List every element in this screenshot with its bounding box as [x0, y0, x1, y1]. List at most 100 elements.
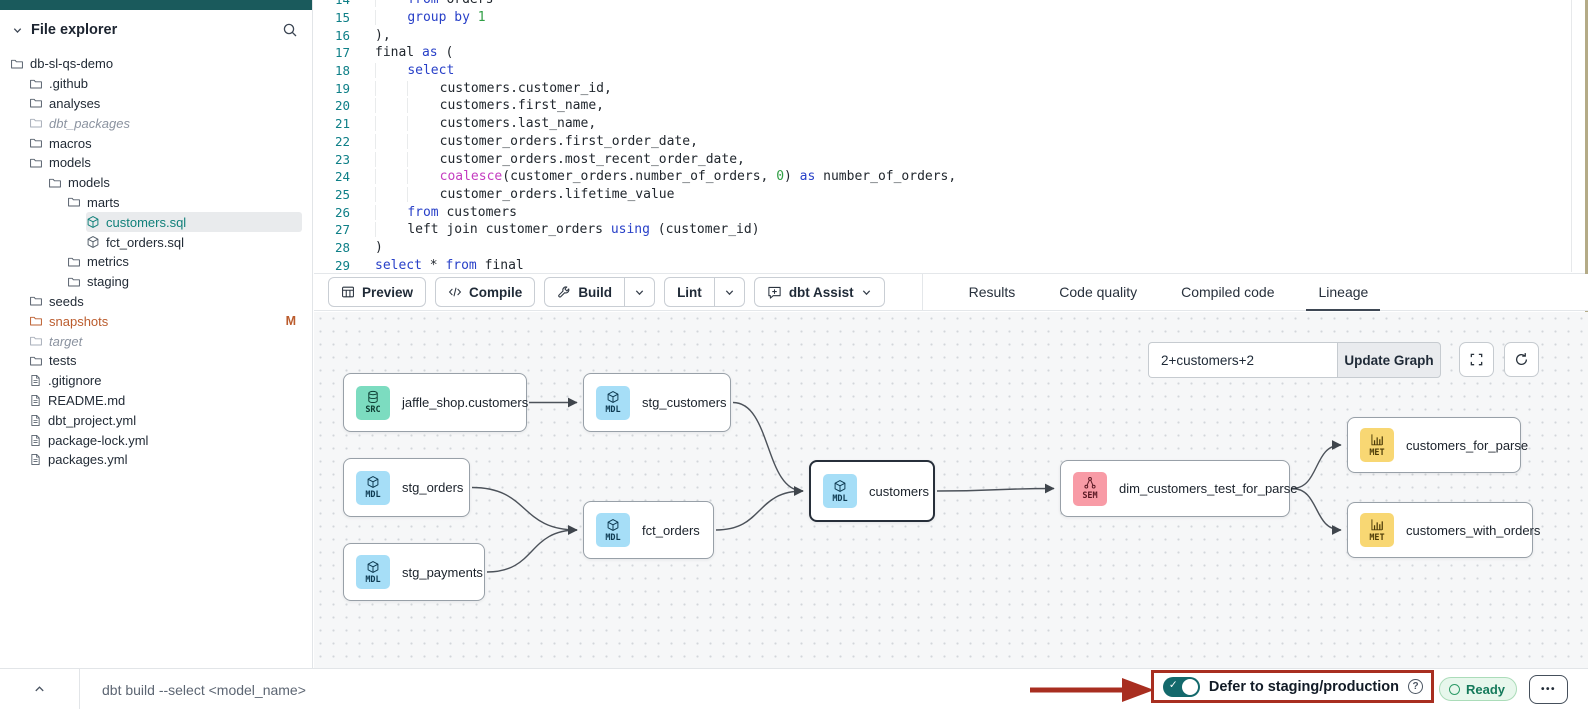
- tree-item-snapshots[interactable]: snapshotsM: [29, 311, 312, 331]
- tree-item-package-lock.yml[interactable]: package-lock.yml: [29, 430, 312, 450]
- tree-item-label: metrics: [87, 254, 129, 269]
- toolbar-buttons: Preview Compile Build Lint dbt Assist: [328, 277, 894, 307]
- tree-item-marts[interactable]: marts: [67, 193, 312, 213]
- code-text: ): [350, 240, 383, 255]
- tab-code-quality[interactable]: Code quality: [1037, 274, 1159, 310]
- button-label: Compile: [469, 285, 522, 300]
- lineage-node-customers_for_parse[interactable]: METcustomers_for_parse: [1347, 417, 1521, 473]
- refresh-button[interactable]: [1504, 342, 1539, 377]
- tree-item-label: snapshots: [49, 314, 108, 329]
- lineage-node-fct_orders[interactable]: MDL fct_orders: [583, 501, 714, 559]
- overflow-menu-button[interactable]: •••: [1529, 675, 1568, 704]
- chevron-down-icon: [724, 287, 735, 298]
- line-number: 23: [314, 152, 350, 167]
- tree-item-tests[interactable]: tests: [29, 351, 312, 371]
- lineage-node-stg_orders[interactable]: MDLstg_orders: [343, 458, 470, 517]
- tree-item-models[interactable]: models: [48, 173, 312, 193]
- lineage-node-dim_customers_test_for_parse[interactable]: SEMdim_customers_test_for_parse: [1060, 460, 1290, 517]
- update-graph-button[interactable]: Update Graph: [1337, 342, 1441, 378]
- command-input[interactable]: [100, 669, 864, 711]
- build-dropdown-button[interactable]: [624, 277, 655, 307]
- expand-command-bar-button[interactable]: [0, 669, 80, 709]
- file-icon: [29, 453, 42, 466]
- tree-item-label: tests: [49, 353, 76, 368]
- annotation-arrow: [1028, 676, 1156, 704]
- code-text: final as (: [350, 45, 453, 60]
- search-icon[interactable]: [282, 22, 298, 38]
- tree-item-.github[interactable]: .github: [29, 74, 312, 94]
- lineage-panel: SRCjaffle_shop.customersMDLstg_customers…: [314, 312, 1588, 668]
- tab-compiled-code[interactable]: Compiled code: [1159, 274, 1296, 310]
- ready-circle-icon: [1449, 684, 1460, 695]
- tree-item-dbt_packages[interactable]: dbt_packages: [29, 113, 312, 133]
- ready-label: Ready: [1466, 682, 1505, 697]
- tree-item-packages.yml[interactable]: packages.yml: [29, 450, 312, 470]
- code-lines: 14 from orders15 group by 116),17final a…: [314, 0, 1588, 274]
- build-button[interactable]: Build: [544, 277, 625, 307]
- node-label: stg_customers: [642, 395, 727, 410]
- fullscreen-button[interactable]: [1459, 342, 1494, 377]
- edge-dim_customers_test_for_parse-to-customers_with_orders: [1292, 489, 1341, 531]
- tree-item-metrics[interactable]: metrics: [67, 252, 312, 272]
- lint-button[interactable]: Lint: [664, 277, 715, 307]
- edge-stg_payments-to-fct_orders: [487, 530, 577, 572]
- edge-fct_orders-to-customers: [716, 491, 803, 530]
- badge-type-label: MDL: [605, 533, 620, 543]
- tree-item-macros[interactable]: macros: [29, 133, 312, 153]
- dbt-assist-button-group: dbt Assist: [754, 277, 885, 307]
- lineage-node-customers_with_orders[interactable]: METcustomers_with_orders: [1347, 502, 1533, 558]
- help-icon[interactable]: ?: [1408, 679, 1423, 694]
- tree-item-analyses[interactable]: analyses: [29, 94, 312, 114]
- badge-type-label: SEM: [1082, 491, 1097, 501]
- tree-item-label: target: [49, 334, 82, 349]
- tree-item-label: models: [68, 175, 110, 190]
- tree-item-target[interactable]: target: [29, 331, 312, 351]
- tree-item-label: seeds: [49, 294, 84, 309]
- preview-button[interactable]: Preview: [328, 277, 426, 307]
- tree-item-label: README.md: [48, 393, 125, 408]
- node-badge-src: SRC: [356, 386, 390, 420]
- code-line: 27 left join customer_orders using (cust…: [314, 221, 1588, 239]
- graph-selector-input[interactable]: [1148, 342, 1337, 378]
- preview-button-group: Preview: [328, 277, 426, 307]
- defer-toggle[interactable]: ✓: [1163, 677, 1200, 697]
- chevron-down-icon[interactable]: [12, 25, 23, 36]
- line-number: 17: [314, 45, 350, 60]
- code-editor[interactable]: 14 from orders15 group by 116),17final a…: [314, 0, 1588, 274]
- defer-label: Defer to staging/production: [1209, 679, 1399, 695]
- tree-item-dbt_project.yml[interactable]: dbt_project.yml: [29, 410, 312, 430]
- folder-icon: [29, 314, 43, 328]
- tree-item-staging[interactable]: staging: [67, 272, 312, 292]
- line-number: 16: [314, 28, 350, 43]
- code-line: 18 select: [314, 62, 1588, 80]
- line-number: 29: [314, 258, 350, 273]
- dbt-assist-button[interactable]: dbt Assist: [754, 277, 885, 307]
- tree-item-db-sl-qs-demo[interactable]: db-sl-qs-demo: [10, 54, 312, 74]
- lineage-node-stg_payments[interactable]: MDLstg_payments: [343, 543, 485, 601]
- node-badge-mdl: MDL: [356, 555, 390, 589]
- code-text: group by 1: [350, 10, 486, 25]
- lineage-node-stg_customers[interactable]: MDLstg_customers: [583, 373, 731, 432]
- compile-button-group: Compile: [435, 277, 535, 307]
- tab-lineage[interactable]: Lineage: [1296, 274, 1390, 310]
- code-line: 14 from orders: [314, 0, 1588, 9]
- lint-dropdown-button[interactable]: [714, 277, 745, 307]
- tree-item-.gitignore[interactable]: .gitignore: [29, 371, 312, 391]
- lineage-node-customers[interactable]: MDLcustomers: [809, 460, 935, 522]
- folder-icon: [48, 176, 62, 190]
- code-line: 28): [314, 239, 1588, 257]
- lineage-node-jaffle_shop.customers[interactable]: SRCjaffle_shop.customers: [343, 373, 527, 432]
- tree-item-fct_orders.sql[interactable]: fct_orders.sql: [86, 232, 312, 252]
- tree-item-customers.sql[interactable]: customers.sql: [86, 212, 302, 232]
- file-icon: [29, 394, 42, 407]
- line-number: 14: [314, 0, 350, 7]
- compile-button[interactable]: Compile: [435, 277, 535, 307]
- tab-results[interactable]: Results: [947, 274, 1038, 310]
- folder-icon: [67, 255, 81, 269]
- tree-item-models[interactable]: models: [29, 153, 312, 173]
- tree-item-README.md[interactable]: README.md: [29, 391, 312, 411]
- node-label: fct_orders: [642, 523, 700, 538]
- toolbar-divider: [922, 274, 923, 310]
- build-button-group: Build: [544, 277, 655, 307]
- tree-item-seeds[interactable]: seeds: [29, 292, 312, 312]
